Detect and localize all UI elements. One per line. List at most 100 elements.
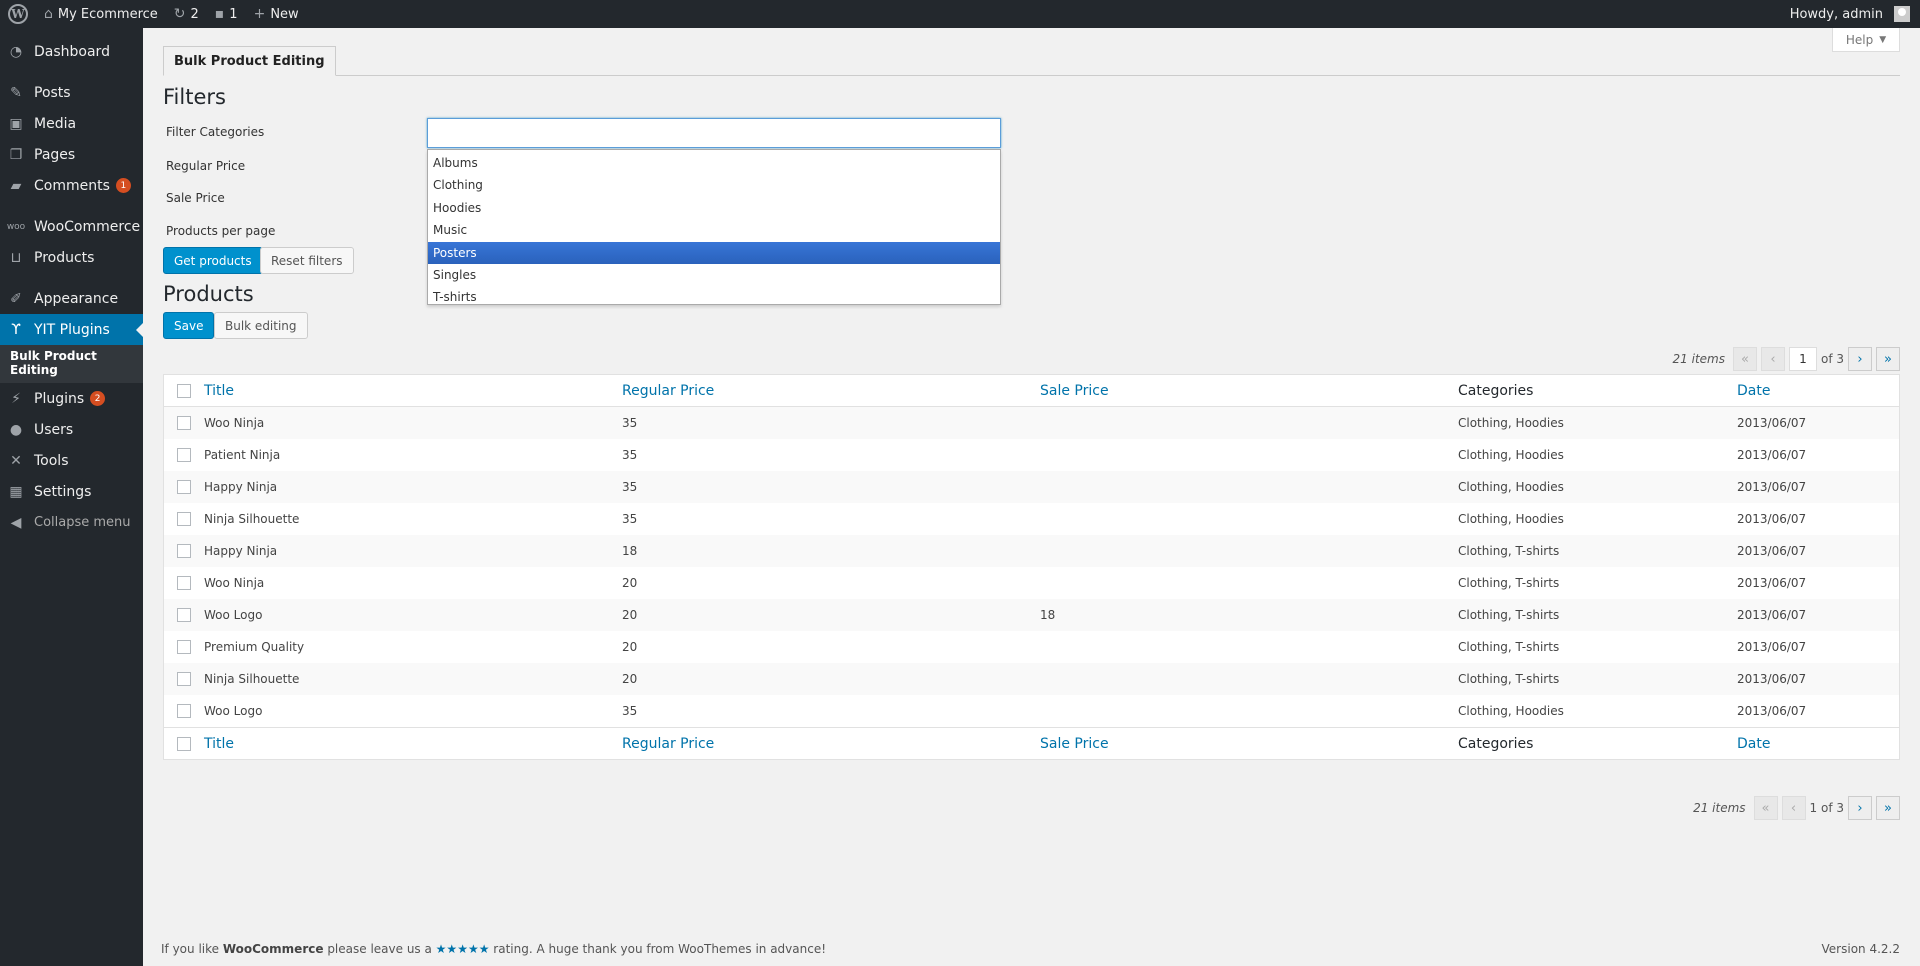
- category-option[interactable]: Hoodies: [428, 197, 1000, 219]
- my-account-menu[interactable]: Howdy, admin: [1782, 0, 1920, 28]
- sidebar-item-media[interactable]: ▣ Media: [0, 108, 143, 139]
- cell-sale-price: 18: [1040, 608, 1056, 622]
- row-checkbox[interactable]: [177, 576, 191, 590]
- cell-title: Happy Ninja: [204, 480, 278, 494]
- collapse-icon: ◀: [10, 514, 22, 531]
- prev-page-button[interactable]: ‹: [1760, 347, 1785, 371]
- cell-regular-price: 35: [622, 704, 638, 718]
- category-option[interactable]: Clothing: [428, 174, 1000, 196]
- last-page-button[interactable]: »: [1876, 347, 1900, 371]
- save-button[interactable]: Save: [163, 312, 215, 339]
- cell-title: Happy Ninja: [204, 544, 278, 558]
- cell-regular-price: 20: [622, 576, 638, 590]
- column-regular-price[interactable]: Regular Price: [622, 383, 714, 399]
- sidebar-item-yit-plugins[interactable]: ϒ YIT Plugins: [0, 314, 143, 345]
- sidebar-item-plugins[interactable]: ⚡ Plugins 2: [0, 383, 143, 414]
- current-page-input[interactable]: 1: [1788, 347, 1817, 371]
- category-option-highlighted[interactable]: Posters: [428, 241, 1000, 264]
- category-option[interactable]: T-shirts: [428, 286, 1000, 308]
- row-checkbox[interactable]: [177, 608, 191, 622]
- column-regular-price-footer[interactable]: Regular Price: [622, 736, 714, 752]
- home-icon: ⌂: [44, 6, 53, 22]
- row-checkbox[interactable]: [177, 672, 191, 686]
- sidebar-item-label: Settings: [34, 483, 92, 500]
- cell-date: 2013/06/07: [1737, 608, 1807, 622]
- prev-page-button-bottom[interactable]: ‹: [1781, 796, 1806, 820]
- select-all-checkbox[interactable]: [177, 383, 191, 398]
- comments-link[interactable]: ▪ 1: [207, 0, 246, 28]
- woocommerce-icon: woo: [6, 221, 26, 232]
- sidebar-item-products[interactable]: ⊔ Products: [0, 242, 143, 273]
- products-table: Title Regular Price Sale Price Categorie…: [163, 374, 1900, 760]
- comment-icon: ▰: [10, 177, 22, 194]
- filter-categories-input[interactable]: [427, 118, 1001, 148]
- sidebar-item-pages[interactable]: ❐ Pages: [0, 139, 143, 170]
- cell-categories: Clothing, T-shirts: [1458, 672, 1560, 686]
- table-row: Patient Ninja 35 Clothing, Hoodies 2013/06/…: [164, 439, 1899, 471]
- column-title-footer[interactable]: Title: [204, 736, 234, 752]
- next-page-button-bottom[interactable]: ›: [1848, 796, 1872, 820]
- category-option[interactable]: Albums: [428, 152, 1000, 174]
- footer-brand: WooCommerce: [222, 942, 324, 956]
- nav-tabs: Bulk Product Editing: [163, 46, 1900, 76]
- sidebar-item-appearance[interactable]: ✐ Appearance: [0, 283, 143, 314]
- page-indicator-bottom: 1 of 3: [1809, 801, 1844, 815]
- sidebar-item-settings[interactable]: ▦ Settings: [0, 476, 143, 507]
- admin-sidebar: ◔ Dashboard ✎ Posts ▣ Media ❐ Pages ▰ Comment…: [0, 28, 143, 966]
- collapse-menu-button[interactable]: ◀ Collapse menu: [0, 507, 143, 538]
- products-per-page-label: Products per page: [166, 224, 276, 238]
- select-all-checkbox-footer[interactable]: [177, 736, 191, 751]
- sidebar-item-users[interactable]: ● Users: [0, 414, 143, 445]
- column-sale-price-footer[interactable]: Sale Price: [1040, 736, 1109, 752]
- cell-title: Patient Ninja: [204, 448, 281, 462]
- next-page-button[interactable]: ›: [1848, 347, 1872, 371]
- last-page-button-bottom[interactable]: »: [1876, 796, 1900, 820]
- row-checkbox[interactable]: [177, 704, 191, 718]
- table-row: Premium Quality 20 Clothing, T-shirts 2013/…: [164, 631, 1899, 663]
- reset-filters-button[interactable]: Reset filters: [260, 247, 354, 274]
- column-categories-footer: Categories: [1458, 735, 1534, 752]
- table-row: Ninja Silhouette 20 Clothing, T-shirts 2013…: [164, 663, 1899, 695]
- first-page-button[interactable]: «: [1732, 347, 1757, 371]
- tab-bulk-product-editing[interactable]: Bulk Product Editing: [163, 46, 336, 76]
- wp-logo-menu[interactable]: W: [0, 0, 36, 28]
- cell-regular-price: 35: [622, 416, 638, 430]
- column-date-footer[interactable]: Date: [1737, 736, 1770, 752]
- table-row: Happy Ninja 18 Clothing, T-shirts 2013/06/0…: [164, 535, 1899, 567]
- row-checkbox[interactable]: [177, 480, 191, 494]
- row-checkbox[interactable]: [177, 416, 191, 430]
- first-page-button-bottom[interactable]: «: [1753, 796, 1778, 820]
- row-checkbox[interactable]: [177, 512, 191, 526]
- sidebar-item-comments[interactable]: ▰ Comments 1: [0, 170, 143, 201]
- sidebar-item-label: YIT Plugins: [34, 321, 110, 338]
- column-title[interactable]: Title: [204, 383, 234, 399]
- get-products-button[interactable]: Get products: [163, 247, 263, 274]
- collapse-label: Collapse menu: [34, 515, 131, 530]
- cell-date: 2013/06/07: [1737, 480, 1807, 494]
- sidebar-item-posts[interactable]: ✎ Posts: [0, 77, 143, 108]
- bulk-editing-button[interactable]: Bulk editing: [214, 312, 308, 339]
- new-content-link[interactable]: + New: [246, 0, 307, 28]
- category-option[interactable]: Music: [428, 219, 1000, 241]
- column-sale-price[interactable]: Sale Price: [1040, 383, 1109, 399]
- updates-link[interactable]: ↻ 2: [166, 0, 207, 28]
- rating-stars-link[interactable]: ★★★★★: [436, 942, 490, 956]
- category-option[interactable]: Singles: [428, 264, 1000, 286]
- products-heading: Products: [163, 282, 254, 306]
- sidebar-item-dashboard[interactable]: ◔ Dashboard: [0, 36, 143, 67]
- updates-count: 2: [190, 6, 199, 22]
- cell-title: Ninja Silhouette: [204, 672, 300, 686]
- caret-down-icon: ▼: [1879, 34, 1887, 45]
- sidebar-item-woocommerce[interactable]: woo WooCommerce: [0, 211, 143, 242]
- row-checkbox[interactable]: [177, 544, 191, 558]
- cell-categories: Clothing, T-shirts: [1458, 544, 1560, 558]
- row-checkbox[interactable]: [177, 640, 191, 654]
- cell-categories: Clothing, Hoodies: [1458, 480, 1564, 494]
- total-pages: of 3: [1820, 352, 1844, 366]
- cell-date: 2013/06/07: [1737, 448, 1807, 462]
- submenu-item-bulk-product-editing[interactable]: Bulk Product Editing: [0, 349, 143, 377]
- row-checkbox[interactable]: [177, 448, 191, 462]
- sidebar-item-tools[interactable]: ✕ Tools: [0, 445, 143, 476]
- column-date[interactable]: Date: [1737, 383, 1770, 399]
- site-name-link[interactable]: ⌂ My Ecommerce: [36, 0, 166, 28]
